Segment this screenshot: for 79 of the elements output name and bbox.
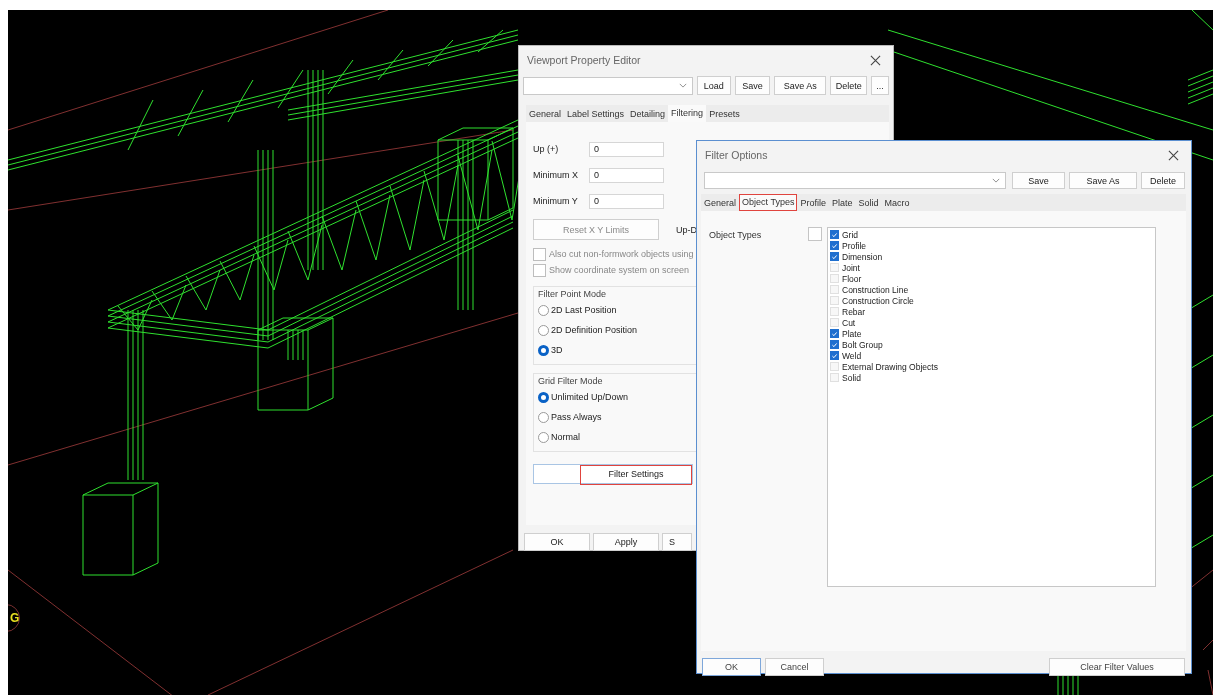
radio-button[interactable] (538, 391, 549, 403)
group-title: Filter Point Mode (538, 289, 608, 299)
tab[interactable]: General (526, 106, 565, 122)
radio-label: Unlimited Up/Down (551, 392, 629, 402)
toolbar-button[interactable]: ... (871, 76, 889, 95)
radio-button[interactable] (538, 411, 549, 423)
tab[interactable]: Object Types (739, 194, 798, 211)
close-icon[interactable] (1168, 149, 1179, 161)
list-item-label[interactable]: Profile (842, 240, 867, 251)
field-label: Minimum X (533, 170, 579, 180)
radio-label: Normal (551, 432, 580, 442)
select-all-checkbox[interactable] (808, 227, 822, 241)
list-item-label[interactable]: External Drawing Objects (842, 361, 938, 372)
checkbox[interactable] (830, 230, 839, 239)
preset-dropdown[interactable] (523, 76, 693, 95)
list-item-label[interactable]: Dimension (842, 251, 883, 262)
tab[interactable]: Label Settings (564, 106, 628, 122)
list-item-label[interactable]: Joint (842, 262, 860, 273)
list-item-label[interactable]: Cut (842, 317, 856, 328)
toolbar-button[interactable]: Save (735, 76, 770, 95)
tab[interactable]: Filtering (668, 105, 707, 122)
tab[interactable]: Plate (828, 195, 856, 211)
list-item-label[interactable]: Construction Line (842, 284, 909, 295)
toolbar-button[interactable]: Save (1012, 172, 1065, 189)
toolbar-button[interactable]: Delete (830, 76, 868, 95)
chevron-down-icon (678, 83, 687, 88)
tab[interactable]: Presets (706, 106, 743, 122)
toolbar-button[interactable]: Save As (773, 76, 827, 95)
window-title: Viewport Property Editor (527, 54, 641, 66)
radio-label: 3D (551, 345, 563, 355)
field-label: Object Types (709, 229, 763, 240)
tab[interactable]: Macro (881, 195, 913, 211)
close-icon[interactable] (870, 54, 881, 66)
window-title: Filter Options (705, 149, 768, 161)
tab[interactable]: Profile (797, 195, 829, 211)
field-label: Up (+) (533, 144, 560, 154)
radio-button[interactable] (538, 431, 549, 443)
checkbox[interactable] (830, 252, 839, 261)
list-item-label[interactable]: Solid (842, 372, 861, 383)
checkbox[interactable] (830, 329, 839, 338)
radio-label: Pass Always (551, 412, 602, 422)
list-item-label[interactable]: Bolt Group (842, 339, 883, 350)
toolbar-button[interactable]: Save As (1069, 172, 1137, 189)
list-item-label[interactable]: Plate (842, 328, 862, 339)
dialog-button[interactable]: OK (702, 658, 761, 676)
checkbox[interactable] (830, 340, 839, 349)
toolbar-button[interactable]: Load (696, 76, 732, 95)
input-field[interactable]: 0 (589, 141, 664, 157)
radio-button[interactable] (538, 304, 549, 316)
field-label: Minimum Y (533, 196, 579, 206)
checkbox[interactable] (830, 351, 839, 360)
list-item-label[interactable]: Weld (842, 350, 862, 361)
radio-label: 2D Last Position (551, 305, 617, 315)
dialog-button[interactable]: Apply (593, 533, 659, 551)
tab[interactable]: Detailing (627, 106, 669, 122)
list-item-label[interactable]: Construction Circle (842, 295, 914, 306)
dialog-button[interactable]: OK (524, 533, 590, 551)
checkbox-label: Show coordinate system on screen (549, 265, 690, 275)
dialog-button[interactable]: Cancel (765, 658, 824, 676)
tab[interactable]: Solid (855, 195, 882, 211)
dialog-button[interactable]: S (662, 533, 692, 551)
list-item-label[interactable]: Floor (842, 273, 862, 284)
preset-dropdown[interactable] (704, 172, 1006, 189)
checkbox[interactable] (830, 241, 839, 250)
radio-label: 2D Definition Position (551, 325, 638, 335)
clear-filter-button[interactable]: Clear Filter Values (1049, 658, 1185, 676)
radio-button[interactable] (538, 324, 549, 336)
chevron-down-icon (992, 178, 1000, 183)
checkbox-label: Also cut non-formwork objects using (549, 249, 694, 259)
list-item-label[interactable]: Rebar (842, 306, 866, 317)
field-label: Up-D (676, 224, 697, 235)
group-title: Grid Filter Mode (538, 376, 604, 386)
filter-settings-button[interactable]: Filter Settings (533, 464, 693, 484)
input-field[interactable]: 0 (589, 167, 664, 183)
tab[interactable]: General (701, 195, 740, 211)
toolbar-button[interactable]: Delete (1141, 172, 1185, 189)
radio-button[interactable] (538, 344, 549, 356)
list-item-label[interactable]: Grid (842, 229, 859, 240)
input-field[interactable]: 0 (589, 193, 664, 209)
